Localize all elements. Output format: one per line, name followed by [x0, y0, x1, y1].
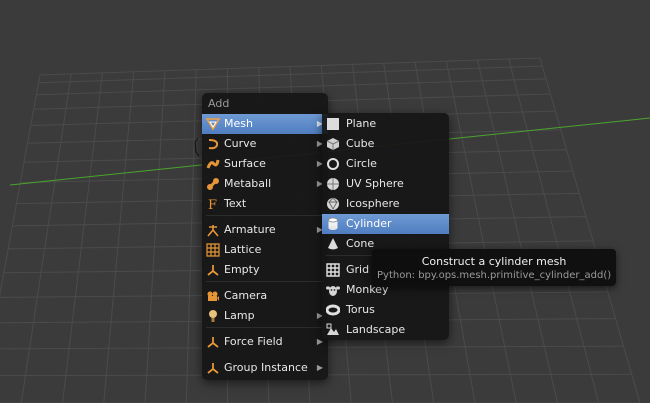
grid-line [62, 72, 103, 403]
empty-icon [207, 265, 219, 276]
mesh-item-circle[interactable]: Circle [322, 154, 449, 174]
menu-item-label: Mesh [224, 117, 253, 130]
grid-line [0, 74, 41, 297]
grid-icon [326, 263, 340, 277]
mesh-icon [206, 118, 220, 131]
svg-text:F: F [208, 198, 217, 211]
menu-item-camera[interactable]: Camera [202, 286, 328, 306]
cylinder-icon [328, 217, 338, 230]
menu-item-label: Lattice [224, 243, 262, 256]
add-menu: Add Mesh ▶ Curve ▶ Surface ▶ Metaball ▶ … [202, 93, 328, 380]
cone-icon [328, 238, 338, 250]
menu-item-lattice[interactable]: Lattice [202, 240, 328, 260]
monkey-icon [326, 286, 340, 296]
menu-separator [206, 327, 324, 328]
menu-item-mesh[interactable]: Mesh ▶ [202, 114, 328, 134]
menu-item-text[interactable]: F Text [202, 194, 328, 214]
force-field-icon [207, 337, 219, 348]
armature-icon [207, 225, 219, 237]
menu-item-label: Circle [346, 157, 377, 170]
plane-icon [327, 118, 339, 130]
menu-item-label: Curve [224, 137, 257, 150]
grid-line [103, 71, 135, 403]
operator-tooltip: Construct a cylinder mesh Python: bpy.op… [372, 249, 616, 286]
camera-icon [207, 291, 219, 301]
surface-icon [206, 159, 220, 169]
menu-item-surface[interactable]: Surface ▶ [202, 154, 328, 174]
menu-item-label: Armature [224, 223, 276, 236]
mesh-item-icosphere[interactable]: Icosphere [322, 194, 449, 214]
menu-item-label: Text [224, 197, 247, 210]
mesh-submenu: Plane Cube Circle UV Sphere Icosphere Cy… [322, 113, 449, 340]
menu-item-label: Cone [346, 237, 375, 250]
menu-separator [206, 215, 324, 216]
landscape-icon [326, 323, 339, 335]
menu-item-label: Surface [224, 157, 266, 170]
group-instance-icon [207, 363, 219, 374]
menu-item-label: Camera [224, 289, 268, 302]
submenu-arrow-icon: ▶ [316, 363, 323, 372]
torus-icon [326, 304, 340, 316]
menu-item-label: Group Instance [224, 361, 308, 374]
icosphere-icon [327, 197, 339, 210]
menu-item-label: Cylinder [346, 217, 392, 230]
menu-item-label: Empty [224, 263, 260, 276]
text-icon: F [208, 198, 217, 211]
menu-item-label: Landscape [346, 323, 406, 336]
selected-object-outline [194, 137, 200, 157]
curve-icon [208, 139, 219, 150]
menu-item-group-instance[interactable]: Group Instance ▶ [202, 358, 328, 378]
grid-line [144, 70, 166, 403]
grid-line [539, 57, 641, 403]
mesh-item-cube[interactable]: Cube [322, 134, 449, 154]
tooltip-python-path: Python: bpy.ops.mesh.primitive_cylinder_… [377, 270, 612, 281]
menu-separator [206, 281, 324, 282]
tooltip-description: Construct a cylinder mesh [421, 255, 567, 268]
lattice-icon [206, 243, 220, 257]
mesh-item-landscape[interactable]: Landscape [322, 320, 449, 340]
grid-line [20, 73, 72, 403]
cube-icon [326, 138, 340, 150]
circle-icon [327, 158, 339, 170]
menu-item-label: Cube [346, 137, 375, 150]
menu-item-empty[interactable]: Empty [202, 260, 328, 280]
grid-line [185, 69, 197, 403]
mesh-item-plane[interactable]: Plane [322, 114, 449, 134]
menu-item-label: Torus [346, 303, 375, 316]
menu-item-label: Grid [346, 263, 370, 276]
menu-item-label: Lamp [224, 309, 255, 322]
menu-item-label: Plane [346, 117, 377, 130]
mesh-item-uv-sphere[interactable]: UV Sphere [322, 174, 449, 194]
menu-item-label: Metaball [224, 177, 272, 190]
menu-item-label: Icosphere [346, 197, 400, 210]
menu-item-armature[interactable]: Armature ▶ [202, 220, 328, 240]
mesh-item-torus[interactable]: Torus [322, 300, 449, 320]
menu-item-lamp[interactable]: Lamp ▶ [202, 306, 328, 326]
mesh-item-cylinder[interactable]: Cylinder [322, 214, 449, 234]
metaball-icon [207, 178, 219, 190]
menu-item-force-field[interactable]: Force Field ▶ [202, 332, 328, 352]
uv-sphere-icon [327, 178, 339, 190]
menu-item-label: UV Sphere [346, 177, 404, 190]
menu-item-label: Force Field [224, 335, 283, 348]
add-menu-title: Add [208, 97, 230, 110]
menu-item-curve[interactable]: Curve ▶ [202, 134, 328, 154]
lamp-icon [209, 310, 217, 322]
menu-item-metaball[interactable]: Metaball ▶ [202, 174, 328, 194]
